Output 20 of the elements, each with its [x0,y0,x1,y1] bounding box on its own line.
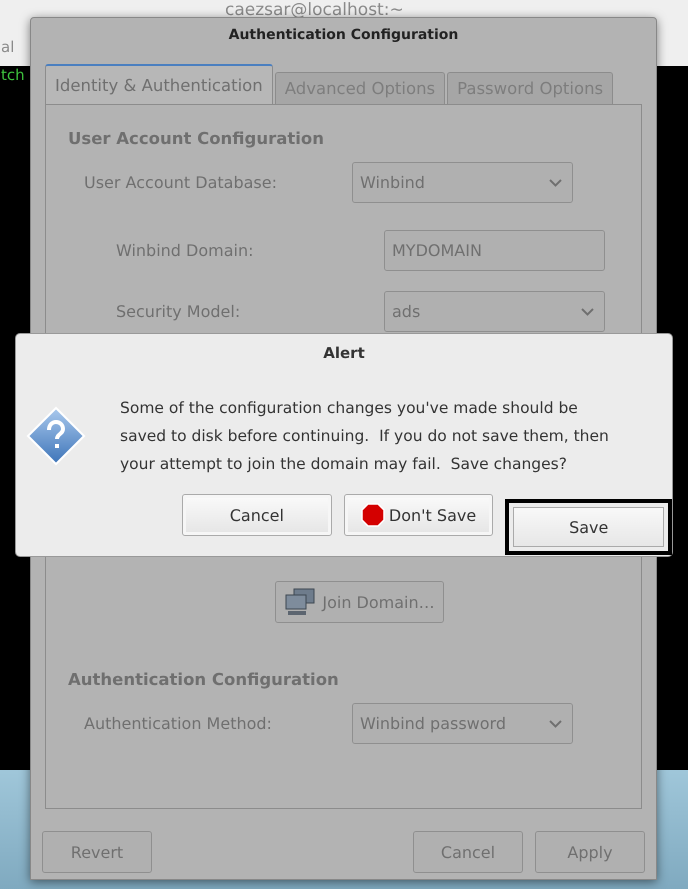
chevron-icon [549,720,562,728]
chevron-icon [581,308,594,316]
tab-label: al [1,38,14,56]
alert-button[interactable]: Cancel [182,494,332,536]
field-label: Authentication Method: [84,714,273,733]
stop-icon [360,503,385,527]
window-title: Authentication Configuration [228,26,460,45]
field-label: User Account Database: [84,173,278,192]
alert-button[interactable]: Don't Save [344,494,494,536]
alert-button[interactable]: Save [505,499,672,555]
alert-title: Alert [323,344,365,362]
field-label: Security Model: [116,302,242,321]
terminal-text: tch [1,66,25,84]
window-title: caezsar@localhost:~ [225,0,404,20]
section-heading: Authentication Configuration [68,669,339,691]
question-icon [26,406,86,466]
chevron-icon [549,178,562,186]
alert-message: Some of the configuration changes you've made should be saved to disk before continuing. If you do not save them, then your attempt to join the domain may fail. Save changes? [120,398,610,475]
field-label: Winbind Domain: [116,241,255,260]
section-heading: User Account Configuration [68,128,324,150]
